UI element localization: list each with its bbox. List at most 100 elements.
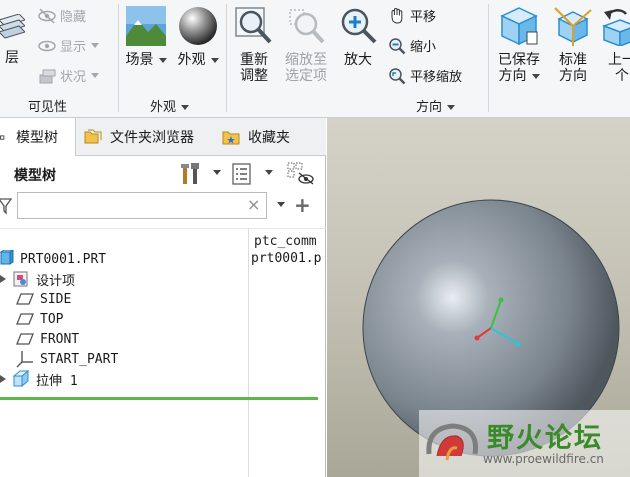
pan-zoom-button[interactable]: 平移缩放 [388, 66, 462, 85]
favorites-folder-icon [222, 131, 240, 145]
part-common-name-value: prt0001.p [251, 251, 322, 266]
tree-item-extrude-1[interactable]: 拉伸 1 [0, 369, 248, 389]
expand-arrow-icon[interactable] [0, 375, 6, 383]
separator [118, 4, 119, 112]
status-dropdown-caret [91, 73, 100, 78]
pan-zoom-label: 平移缩放 [410, 70, 463, 85]
layer-label: 层 [5, 50, 19, 66]
previous-orientation-button[interactable]: 上一 个 [602, 6, 630, 84]
zoom-in-icon [341, 8, 377, 44]
datum-plane-icon [16, 333, 34, 345]
model-tree-header: 模型树 [0, 156, 326, 190]
tree-search-input[interactable] [17, 192, 267, 219]
saved-views-button[interactable]: 已保存 方向 [494, 6, 544, 84]
ribbon: 层 隐藏 显示 状况 可见性 场景 外观 外观 重新 调整 缩放至 选定项 放大… [0, 0, 630, 118]
tree-item-part[interactable]: PRT0001.PRT [0, 249, 244, 269]
tree-item-front-plane[interactable]: FRONT [16, 329, 264, 349]
zoom-out-label: 缩小 [410, 40, 437, 55]
separator [226, 4, 227, 112]
zoom-in-button[interactable]: 放大 [336, 6, 380, 68]
tree-item-side-plane[interactable]: SIDE [16, 289, 264, 309]
show-dropdown-caret [91, 43, 100, 48]
hide-columns-icon[interactable] [286, 161, 314, 185]
zoom-out-button[interactable]: 缩小 [388, 36, 436, 55]
expand-arrow-icon[interactable] [0, 275, 6, 283]
show-dropdown-caret-panel[interactable] [265, 170, 273, 175]
model-tree-tab-icon [0, 135, 5, 140]
tab-model-tree[interactable]: 模型树 [0, 118, 76, 156]
tab-folder-browser-label: 文件夹浏览器 [110, 130, 194, 146]
standard-orientation-icon [554, 7, 592, 46]
previous-orientation-icon [602, 9, 630, 46]
hand-icon [391, 7, 403, 24]
panel-tabbar: 模型树 文件夹浏览器 收藏夹 [0, 118, 326, 156]
folder-browser-icon [84, 129, 102, 144]
part-icon [0, 250, 14, 265]
insert-here-indicator[interactable] [0, 397, 318, 400]
graphics-viewport[interactable]: 野火论坛 www.proewildfire.cn [327, 118, 630, 477]
tree-item-front-label: FRONT [40, 331, 80, 347]
settings-tools-icon[interactable] [180, 162, 202, 186]
settings-dropdown-caret[interactable] [213, 170, 221, 175]
status-icon [39, 69, 56, 83]
saved-views-label: 已保存 方向 [498, 52, 540, 84]
eye-icon [38, 40, 56, 51]
zoom-to-selected-button[interactable]: 缩放至 选定项 [280, 6, 332, 84]
tree-item-design-items[interactable]: 设计项 [0, 269, 248, 289]
tree-item-extrude-label: 拉伸 1 [36, 373, 78, 389]
watermark-url: www.proewildfire.cn [483, 452, 604, 466]
orientation-group-caret [447, 105, 456, 110]
tab-favorites[interactable]: 收藏夹 [222, 118, 312, 156]
scene-button[interactable]: 场景 [124, 6, 168, 68]
model-tree-panel: 模型树 文件夹浏览器 收藏夹 模型树 × + ptc_comm PRT0001.… [0, 118, 326, 477]
refit-button[interactable]: 重新 调整 [232, 6, 276, 84]
pan-label: 平移 [410, 10, 437, 25]
column-header-ptc-common-name[interactable]: ptc_comm [254, 234, 326, 249]
column-header-divider [0, 228, 326, 229]
separator [488, 4, 489, 112]
design-items-icon [13, 271, 28, 287]
scene-dropdown-caret [158, 57, 167, 63]
orientation-group-label: 方向 [416, 96, 456, 115]
model-tree-title: 模型树 [14, 168, 56, 184]
tree-item-top-label: TOP [40, 311, 64, 327]
hide-button[interactable]: 隐藏 [38, 6, 86, 25]
layer-button[interactable]: 层 [0, 14, 26, 66]
tree-item-start-part-csys[interactable]: START_PART [16, 349, 264, 369]
hide-label: 隐藏 [60, 10, 87, 25]
refit-label: 重新 调整 [240, 52, 268, 84]
tree-item-design-items-label: 设计项 [36, 273, 76, 289]
appearance-label: 外观 [177, 52, 206, 68]
appearance-group-caret [181, 105, 190, 110]
layers-icon [0, 14, 25, 39]
appearance-button[interactable]: 外观 [176, 6, 220, 68]
zoom-to-selected-label: 缩放至 选定项 [285, 52, 327, 84]
search-options-caret[interactable] [277, 202, 285, 207]
datum-plane-icon [16, 313, 34, 325]
show-list-icon[interactable] [232, 163, 252, 185]
show-button[interactable]: 显示 [38, 36, 100, 55]
add-filter-icon[interactable]: + [294, 193, 311, 217]
tab-model-tree-label: 模型树 [16, 130, 58, 146]
sphere-appearance-icon [179, 7, 217, 45]
refit-magnifier-icon [235, 7, 272, 44]
tree-item-side-label: SIDE [40, 291, 72, 307]
status-button[interactable]: 状况 [38, 66, 100, 85]
watermark: 野火论坛 www.proewildfire.cn [419, 410, 630, 477]
tree-item-top-plane[interactable]: TOP [16, 309, 264, 329]
pan-button[interactable]: 平移 [388, 6, 436, 25]
status-label: 状况 [60, 70, 87, 85]
appearance-dropdown-caret [210, 57, 219, 63]
clear-search-icon[interactable]: × [247, 195, 260, 214]
scene-label: 场景 [125, 52, 154, 68]
filter-icon[interactable] [0, 197, 12, 215]
watermark-site-name: 野火论坛 [487, 423, 603, 454]
standard-orientation-label: 标准 方向 [559, 52, 587, 84]
tab-folder-browser[interactable]: 文件夹浏览器 [84, 118, 212, 156]
zoom-in-label: 放大 [344, 52, 372, 68]
previous-orientation-label: 上一 个 [608, 52, 630, 84]
standard-orientation-button[interactable]: 标准 方向 [550, 6, 596, 84]
scene-icon [126, 6, 166, 46]
coordinate-system-icon [16, 351, 33, 368]
tree-item-start-part-label: START_PART [40, 351, 119, 367]
